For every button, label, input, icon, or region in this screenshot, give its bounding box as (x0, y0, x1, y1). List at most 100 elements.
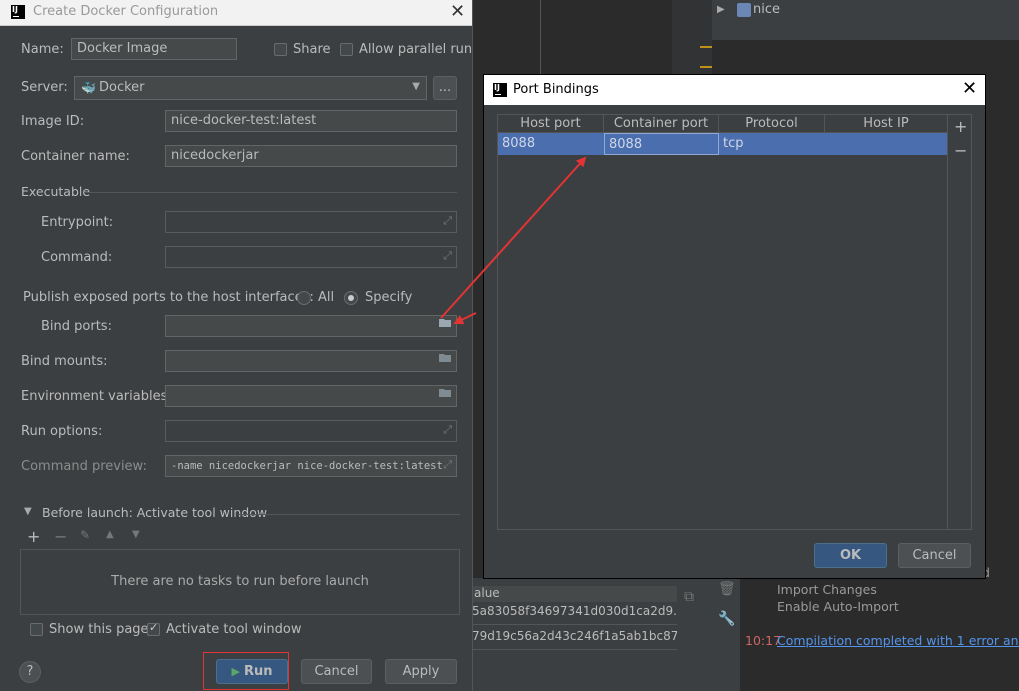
edit-icon[interactable]: ✎ (80, 528, 90, 542)
dialog-title: Create Docker Configuration (33, 4, 219, 19)
editor-splitter (540, 0, 541, 80)
activate-tool-checkbox[interactable] (147, 621, 160, 636)
dialog-title: Port Bindings (513, 82, 599, 97)
dialog-title-bar: IJ Port Bindings ✕ (484, 75, 985, 105)
run-options-label: Run options: (21, 424, 103, 439)
before-launch-label: Before launch: Activate tool window (42, 505, 268, 520)
ok-button[interactable]: OK (814, 543, 887, 568)
section-divider (238, 514, 460, 515)
cancel-button[interactable]: Cancel (301, 659, 372, 684)
image-id-field[interactable]: nice-docker-test:latest (165, 110, 457, 132)
folder-icon[interactable] (439, 318, 452, 328)
show-page-label: Show this page (49, 622, 149, 637)
entrypoint-field[interactable]: ⤢ (165, 211, 457, 233)
help-button[interactable]: ? (19, 661, 41, 683)
import-changes-link[interactable]: Import Changes (777, 582, 877, 597)
table-toolbar (948, 114, 972, 530)
close-icon[interactable]: ✕ (962, 78, 977, 99)
add-row-button[interactable]: + (954, 117, 967, 136)
module-icon (737, 3, 751, 17)
intellij-logo-icon: IJ (493, 83, 507, 97)
tree-item-nice[interactable]: nice (753, 2, 780, 17)
panel-toolbar: ⧉ (677, 586, 707, 686)
protocol-cell[interactable]: tcp (719, 133, 825, 155)
enable-auto-import-link[interactable]: Enable Auto-Import (777, 599, 899, 614)
copy-icon[interactable]: ⧉ (684, 589, 694, 605)
server-select[interactable]: 🐳 Docker ▼ (74, 76, 427, 100)
move-up-icon[interactable]: ▲ (106, 529, 114, 540)
publish-ports-label: Publish exposed ports to the host interf… (23, 290, 314, 305)
section-divider (84, 192, 457, 193)
server-value: Docker (99, 80, 145, 95)
bind-mounts-label: Bind mounts: (21, 354, 108, 369)
command-preview-label: Command preview: (21, 459, 147, 474)
env-vars-field[interactable] (165, 385, 457, 407)
compilation-event-link[interactable]: Compilation completed with 1 error and 0 (777, 633, 1019, 648)
server-more-button[interactable]: ... (433, 76, 457, 100)
bind-ports-field[interactable] (165, 315, 457, 337)
create-docker-configuration-dialog: IJ Create Docker Configuration ✕ Name: D… (0, 0, 473, 691)
entrypoint-label: Entrypoint: (41, 215, 114, 230)
run-options-field[interactable]: ⤢ (165, 420, 457, 442)
event-log-toolbar: 🗑 🔧 (712, 578, 740, 691)
command-preview-value: -name nicedockerjar nice-docker-test:lat… (171, 460, 443, 472)
folder-icon[interactable] (439, 353, 452, 363)
tree-expand-icon[interactable]: ▶ (717, 4, 725, 15)
server-label: Server: (21, 80, 68, 95)
cancel-button[interactable]: Cancel (898, 543, 971, 568)
bind-mounts-field[interactable] (165, 350, 457, 372)
move-down-icon[interactable]: ▼ (132, 529, 140, 540)
radio-specify[interactable] (344, 291, 358, 305)
host-port-cell[interactable]: 8088 (498, 133, 604, 155)
table-row[interactable]: 79d19c56a2d43c246f1a5ab1bc87... (472, 629, 677, 650)
chevron-down-icon: ▼ (412, 81, 420, 92)
gutter-marker (700, 66, 712, 68)
activate-tool-label: Activate tool window (166, 622, 302, 637)
share-checkbox[interactable] (274, 43, 287, 56)
close-icon[interactable]: ✕ (450, 1, 465, 22)
image-id-label: Image ID: (21, 114, 85, 129)
command-preview-field[interactable]: -name nicedockerjar nice-docker-test:lat… (165, 455, 457, 477)
container-name-field[interactable]: nicedockerjar (165, 145, 457, 167)
radio-specify-label: Specify (365, 290, 413, 305)
event-timestamp: 10:17 (745, 633, 782, 648)
apply-button[interactable]: Apply (385, 659, 457, 684)
name-label: Name: (21, 42, 64, 57)
column-header-protocol[interactable]: Protocol (719, 115, 825, 133)
show-page-checkbox[interactable] (30, 623, 43, 636)
host-ip-cell[interactable] (825, 133, 947, 155)
empty-tasks-text: There are no tasks to run before launch (111, 574, 369, 589)
radio-all[interactable] (297, 291, 311, 305)
wrench-icon[interactable]: 🔧 (718, 611, 735, 627)
share-label: Share (293, 42, 331, 57)
port-bindings-table[interactable]: Host port Container port Protocol Host I… (497, 114, 948, 530)
container-port-cell[interactable]: 8088 (604, 133, 719, 155)
column-header-host-ip[interactable]: Host IP (825, 115, 947, 133)
add-icon[interactable]: + (27, 527, 40, 546)
container-name-label: Container name: (21, 149, 130, 164)
collapse-arrow-icon[interactable]: ▼ (24, 506, 32, 517)
folder-icon[interactable] (439, 388, 452, 398)
name-field[interactable]: Docker Image (71, 38, 237, 60)
env-vars-label: Environment variables: (21, 389, 172, 404)
before-launch-tasks-list: There are no tasks to run before launch (20, 549, 460, 615)
bind-ports-label: Bind ports: (41, 319, 112, 334)
column-header-container-port[interactable]: Container port (604, 115, 719, 133)
intellij-logo-icon: IJ (11, 5, 25, 19)
table-header: alue (472, 586, 679, 602)
trash-icon[interactable]: 🗑 (718, 581, 736, 597)
executable-section-label: Executable (21, 184, 91, 199)
annotation-highlight-box (203, 652, 289, 690)
allow-parallel-checkbox[interactable] (340, 43, 353, 56)
remove-row-button[interactable]: − (954, 141, 967, 160)
gutter-marker (700, 46, 712, 48)
expand-icon[interactable]: ⤢ (443, 214, 452, 228)
remove-icon[interactable]: − (54, 527, 67, 546)
expand-icon[interactable]: ⤢ (443, 458, 452, 472)
expand-icon[interactable]: ⤢ (443, 249, 452, 263)
dialog-title-bar: IJ Create Docker Configuration ✕ (0, 0, 472, 26)
column-header-host-port[interactable]: Host port (498, 115, 604, 133)
table-row[interactable]: 5a83058f34697341d030d1ca2d9... (472, 604, 677, 625)
expand-icon[interactable]: ⤢ (443, 423, 452, 437)
command-field[interactable]: ⤢ (165, 246, 457, 268)
